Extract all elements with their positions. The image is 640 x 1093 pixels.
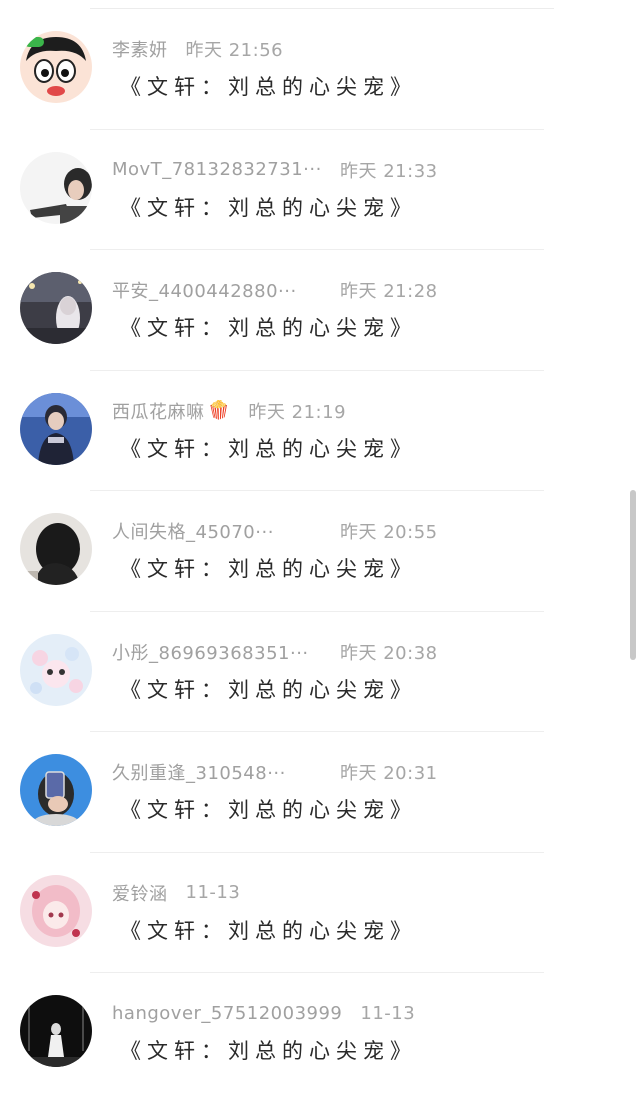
username[interactable]: 西瓜花麻嘛: [112, 398, 205, 424]
comment-meta: hangover_57512003999 11-13: [112, 1001, 415, 1025]
comment-meta: 李素妍 昨天 21:56: [112, 37, 283, 61]
night-street-avatar[interactable]: [20, 272, 92, 344]
comment-item[interactable]: 李素妍 昨天 21:56 《文轩：刘总的心尖宠》: [20, 9, 544, 130]
pink-anime-avatar[interactable]: [20, 874, 92, 947]
selfie-phone-avatar[interactable]: [20, 754, 92, 826]
stage-performer-avatar[interactable]: [20, 392, 92, 465]
comment-item[interactable]: 西瓜花麻嘛 🍿 昨天 21:19 《文轩：刘总的心尖宠》: [20, 371, 544, 491]
dark-hair-avatar[interactable]: [20, 513, 92, 585]
comment-text: 《文轩：刘总的心尖宠》: [120, 316, 417, 340]
comment-text: 《文轩：刘总的心尖宠》: [120, 557, 417, 581]
timestamp: 昨天 21:28: [340, 281, 438, 302]
username[interactable]: 人间失格_45070···: [112, 518, 322, 544]
timestamp: 昨天 20:31: [340, 763, 438, 784]
popcorn-icon: 🍿: [207, 399, 231, 421]
comment-text: 《文轩：刘总的心尖宠》: [120, 677, 417, 702]
scrollbar[interactable]: [630, 490, 636, 660]
username[interactable]: MovT_78132832731···: [112, 159, 322, 180]
comment-list: 李素妍 昨天 21:56 《文轩：刘总的心尖宠》 MovT_7813283273…: [0, 9, 630, 1093]
photo-person-avatar[interactable]: [20, 151, 92, 224]
comment-item[interactable]: 人间失格_45070··· 昨天 20:55 《文轩：刘总的心尖宠》: [20, 491, 544, 612]
timestamp: 11-13: [185, 882, 241, 903]
comment-meta: 小彤_86969368351··· 昨天 20:38: [112, 640, 438, 664]
cartoon-boy-avatar[interactable]: [20, 31, 92, 103]
comment-text: 《文轩：刘总的心尖宠》: [120, 798, 417, 822]
timestamp: 11-13: [360, 1002, 416, 1024]
dark-stage-avatar[interactable]: [20, 995, 92, 1067]
comment-item[interactable]: hangover_57512003999 11-13 《文轩：刘总的心尖宠》: [20, 973, 544, 1093]
comment-text: 《文轩：刘总的心尖宠》: [120, 1039, 417, 1063]
comment-item[interactable]: 小彤_86969368351··· 昨天 20:38 《文轩：刘总的心尖宠》: [20, 612, 544, 732]
username[interactable]: hangover_57512003999: [112, 1003, 342, 1024]
username[interactable]: 久别重逢_310548···: [112, 759, 322, 785]
comment-text: 《文轩：刘总的心尖宠》: [120, 436, 417, 461]
username[interactable]: 平安_4400442880···: [112, 277, 322, 303]
comment-item[interactable]: MovT_78132832731··· 昨天 21:33 《文轩：刘总的心尖宠》: [20, 130, 544, 250]
comment-meta: 平安_4400442880··· 昨天 21:28: [112, 278, 438, 302]
comment-meta: MovT_78132832731··· 昨天 21:33: [112, 158, 438, 182]
timestamp: 昨天 21:33: [340, 160, 438, 182]
username[interactable]: 爱铃涵: [112, 880, 168, 906]
username[interactable]: 小彤_86969368351···: [112, 639, 322, 665]
comment-meta: 西瓜花麻嘛 🍿 昨天 21:19: [112, 399, 346, 423]
comment-text: 《文轩：刘总的心尖宠》: [120, 195, 417, 220]
comment-item[interactable]: 久别重逢_310548··· 昨天 20:31 《文轩：刘总的心尖宠》: [20, 732, 544, 853]
comment-item[interactable]: 爱铃涵 11-13 《文轩：刘总的心尖宠》: [20, 853, 544, 973]
comment-item[interactable]: 平安_4400442880··· 昨天 21:28 《文轩：刘总的心尖宠》: [20, 250, 544, 371]
comment-meta: 久别重逢_310548··· 昨天 20:31: [112, 760, 438, 784]
timestamp: 昨天 21:56: [185, 40, 284, 61]
username[interactable]: 李素妍: [112, 36, 168, 62]
comment-meta: 爱铃涵 11-13: [112, 881, 240, 905]
comment-meta: 人间失格_45070··· 昨天 20:55: [112, 519, 438, 543]
timestamp: 昨天 20:55: [340, 522, 438, 543]
floral-pastel-avatar[interactable]: [20, 633, 92, 706]
comment-text: 《文轩：刘总的心尖宠》: [120, 918, 417, 943]
comment-text: 《文轩：刘总的心尖宠》: [120, 75, 417, 99]
timestamp: 昨天 21:19: [248, 401, 347, 423]
timestamp: 昨天 20:38: [340, 642, 438, 664]
